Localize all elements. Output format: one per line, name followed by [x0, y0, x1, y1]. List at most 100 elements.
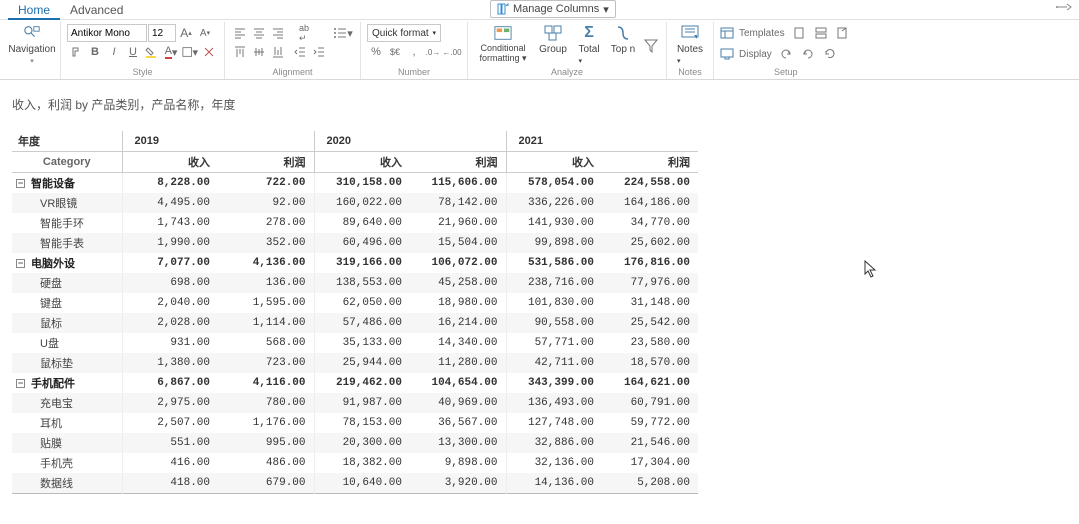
data-cell[interactable]: 568.00 — [218, 333, 314, 353]
page-break-icon[interactable] — [812, 24, 830, 42]
font-size-select[interactable] — [148, 24, 176, 42]
data-cell[interactable]: 25,944.00 — [314, 353, 410, 373]
data-cell[interactable]: 176,816.00 — [602, 253, 698, 273]
data-cell[interactable]: 418.00 — [122, 473, 218, 494]
data-cell[interactable]: 14,340.00 — [410, 333, 506, 353]
font-color-icon[interactable]: A▾ — [162, 43, 180, 61]
highlight-color-icon[interactable] — [143, 43, 161, 61]
quick-format-select[interactable]: Quick format▾ — [367, 24, 441, 42]
data-cell[interactable]: 35,133.00 — [314, 333, 410, 353]
wrap-text-icon[interactable]: ab↵ — [291, 24, 317, 42]
collapse-icon[interactable]: − — [16, 179, 25, 188]
data-cell[interactable]: 60,496.00 — [314, 233, 410, 253]
data-cell[interactable]: 486.00 — [218, 453, 314, 473]
data-cell[interactable]: 90,558.00 — [506, 313, 602, 333]
data-cell[interactable]: 45,258.00 — [410, 273, 506, 293]
data-cell[interactable]: 127,748.00 — [506, 413, 602, 433]
bold-button[interactable]: B — [86, 43, 104, 61]
metric-header[interactable]: 收入 — [314, 152, 410, 173]
item-row[interactable]: U盘931.00568.0035,133.0014,340.0057,771.0… — [12, 333, 698, 353]
item-row[interactable]: 智能手环1,743.00278.0089,640.0021,960.00141,… — [12, 213, 698, 233]
data-cell[interactable]: 551.00 — [122, 433, 218, 453]
border-icon[interactable]: ▾ — [181, 43, 199, 61]
data-cell[interactable]: 77,976.00 — [602, 273, 698, 293]
data-cell[interactable]: 1,380.00 — [122, 353, 218, 373]
row-label[interactable]: 鼠标 — [12, 313, 122, 333]
data-cell[interactable]: 5,208.00 — [602, 473, 698, 494]
data-cell[interactable]: 104,654.00 — [410, 373, 506, 393]
data-cell[interactable]: 92.00 — [218, 193, 314, 213]
item-row[interactable]: 鼠标垫1,380.00723.0025,944.0011,280.0042,71… — [12, 353, 698, 373]
data-cell[interactable]: 32,886.00 — [506, 433, 602, 453]
tab-home[interactable]: Home — [8, 0, 60, 20]
undo-icon[interactable] — [777, 45, 795, 63]
align-center-icon[interactable] — [250, 24, 268, 42]
data-cell[interactable]: 17,304.00 — [602, 453, 698, 473]
item-row[interactable]: 充电宝2,975.00780.0091,987.0040,969.00136,4… — [12, 393, 698, 413]
data-cell[interactable]: 40,969.00 — [410, 393, 506, 413]
data-cell[interactable]: 36,567.00 — [410, 413, 506, 433]
data-cell[interactable]: 18,382.00 — [314, 453, 410, 473]
data-cell[interactable]: 16,214.00 — [410, 313, 506, 333]
data-cell[interactable]: 42,711.00 — [506, 353, 602, 373]
row-label[interactable]: 手机壳 — [12, 453, 122, 473]
metric-header[interactable]: 收入 — [506, 152, 602, 173]
row-label[interactable]: −电脑外设 — [12, 253, 122, 273]
category-row[interactable]: −手机配件6,867.004,116.00219,462.00104,654.0… — [12, 373, 698, 393]
data-cell[interactable]: 106,072.00 — [410, 253, 506, 273]
data-cell[interactable]: 1,114.00 — [218, 313, 314, 333]
data-cell[interactable]: 23,580.00 — [602, 333, 698, 353]
data-cell[interactable]: 2,040.00 — [122, 293, 218, 313]
data-cell[interactable]: 57,486.00 — [314, 313, 410, 333]
data-cell[interactable]: 18,980.00 — [410, 293, 506, 313]
data-cell[interactable]: 11,280.00 — [410, 353, 506, 373]
data-cell[interactable]: 4,495.00 — [122, 193, 218, 213]
data-cell[interactable]: 9,898.00 — [410, 453, 506, 473]
data-cell[interactable]: 32,136.00 — [506, 453, 602, 473]
data-cell[interactable]: 1,990.00 — [122, 233, 218, 253]
bullets-icon[interactable]: ▾ — [332, 24, 354, 42]
data-cell[interactable]: 1,743.00 — [122, 213, 218, 233]
data-cell[interactable]: 995.00 — [218, 433, 314, 453]
display-button[interactable]: Display — [738, 45, 773, 63]
align-left-icon[interactable] — [231, 24, 249, 42]
data-cell[interactable]: 7,077.00 — [122, 253, 218, 273]
data-cell[interactable]: 679.00 — [218, 473, 314, 494]
year-header[interactable]: 2019 — [122, 131, 314, 152]
data-cell[interactable]: 15,504.00 — [410, 233, 506, 253]
pin-ribbon-icon[interactable] — [1055, 2, 1073, 12]
data-cell[interactable]: 136.00 — [218, 273, 314, 293]
data-cell[interactable]: 352.00 — [218, 233, 314, 253]
data-cell[interactable]: 698.00 — [122, 273, 218, 293]
data-cell[interactable]: 723.00 — [218, 353, 314, 373]
decrease-font-icon[interactable]: A▾ — [196, 24, 214, 42]
data-cell[interactable]: 34,770.00 — [602, 213, 698, 233]
clear-format-icon[interactable] — [200, 43, 218, 61]
data-cell[interactable]: 164,621.00 — [602, 373, 698, 393]
data-cell[interactable]: 14,136.00 — [506, 473, 602, 494]
data-cell[interactable]: 238,716.00 — [506, 273, 602, 293]
row-label[interactable]: 鼠标垫 — [12, 353, 122, 373]
data-cell[interactable]: 13,300.00 — [410, 433, 506, 453]
data-cell[interactable]: 25,602.00 — [602, 233, 698, 253]
row-label[interactable]: VR眼镜 — [12, 193, 122, 213]
percent-icon[interactable]: % — [367, 43, 385, 61]
increase-decimal-icon[interactable]: ←.00 — [443, 43, 461, 61]
tab-advanced[interactable]: Advanced — [60, 0, 133, 20]
data-cell[interactable]: 25,542.00 — [602, 313, 698, 333]
redo-icon[interactable] — [799, 45, 817, 63]
row-label[interactable]: 硬盘 — [12, 273, 122, 293]
row-label[interactable]: 智能手环 — [12, 213, 122, 233]
manage-columns-button[interactable]: Manage Columns ▾ — [490, 0, 616, 18]
data-cell[interactable]: 31,148.00 — [602, 293, 698, 313]
refresh-icon[interactable] — [821, 45, 839, 63]
item-row[interactable]: 耳机2,507.001,176.0078,153.0036,567.00127,… — [12, 413, 698, 433]
data-cell[interactable]: 1,595.00 — [218, 293, 314, 313]
item-row[interactable]: 数据线418.00679.0010,640.003,920.0014,136.0… — [12, 473, 698, 494]
data-cell[interactable]: 343,399.00 — [506, 373, 602, 393]
metric-header[interactable]: 利润 — [218, 152, 314, 173]
row-label[interactable]: 贴膜 — [12, 433, 122, 453]
data-cell[interactable]: 164,186.00 — [602, 193, 698, 213]
notes-button[interactable]: Notes▾ — [673, 24, 707, 66]
data-cell[interactable]: 278.00 — [218, 213, 314, 233]
